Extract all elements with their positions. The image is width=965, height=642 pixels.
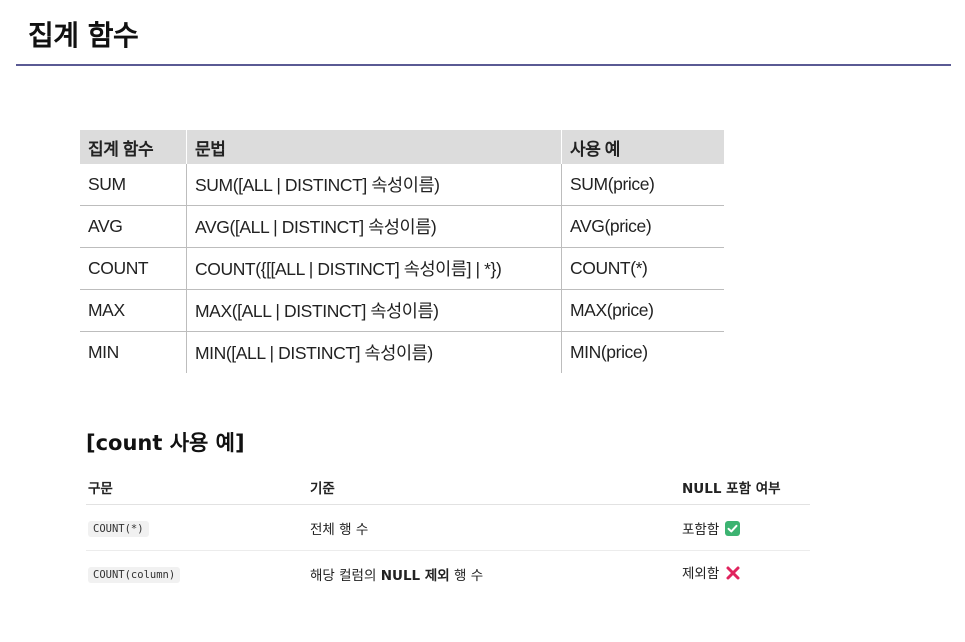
aggregate-functions-table: 집계 함수 문법 사용 예 SUM SUM([ALL | DISTINCT] 속… [80, 130, 724, 373]
function-example: MIN(price) [561, 331, 724, 373]
criteria-cell: 해당 컬럼의 NULL 제외 행 수 [308, 551, 680, 597]
function-syntax: COUNT({[[ALL | DISTINCT] 속성이름] | *}) [186, 247, 562, 290]
table-row: AVG AVG([ALL | DISTINCT] 속성이름) AVG(price… [80, 205, 724, 248]
table-row: SUM SUM([ALL | DISTINCT] 속성이름) SUM(price… [80, 164, 724, 206]
null-cell: 제외함 [680, 551, 810, 597]
null-label: 제외함 [682, 566, 720, 582]
count-example-table: 구문 기준 NULL 포함 여부 COUNT(*) 전체 행 수 포함함 COU… [86, 470, 810, 596]
criteria-cell: 전체 행 수 [308, 504, 680, 551]
criteria-emphasis: NULL 제외 [380, 567, 450, 584]
table-row: MIN MIN([ALL | DISTINCT] 속성이름) MIN(price… [80, 331, 724, 373]
table-row: MAX MAX([ALL | DISTINCT] 속성이름) MAX(price… [80, 289, 724, 332]
header-criteria: 기준 [308, 470, 680, 505]
criteria-text: 행 수 [449, 567, 484, 584]
function-name: COUNT [80, 247, 187, 290]
section-title: [count 사용 예] [86, 431, 245, 455]
function-name: MAX [80, 289, 187, 332]
table-row: COUNT(*) 전체 행 수 포함함 [86, 504, 810, 551]
function-name: MIN [88, 342, 119, 362]
null-cell: 포함함 [680, 504, 810, 551]
function-example: MAX(price) [561, 289, 724, 332]
header-null-included: NULL 포함 여부 [680, 470, 810, 505]
table-row: COUNT COUNT({[[ALL | DISTINCT] 속성이름] | *… [80, 247, 724, 290]
function-syntax: SUM([ALL | DISTINCT] 속성이름) [186, 164, 562, 206]
header-syntax: 구문 [86, 470, 308, 505]
header-syntax: 문법 [186, 130, 562, 164]
function-example: COUNT(*) [561, 247, 724, 290]
syntax-cell: COUNT(*) [86, 504, 308, 551]
code-snippet: COUNT(*) [88, 520, 149, 537]
function-name: AVG [80, 205, 187, 248]
table-row: COUNT(column) 해당 컬럼의 NULL 제외 행 수 제외함 [86, 551, 810, 597]
function-syntax: MIN([ALL | DISTINCT] 속성이름) [186, 331, 562, 373]
function-syntax: MAX([ALL | DISTINCT] 속성이름) [186, 289, 562, 332]
cross-icon [725, 565, 741, 585]
header-function: 집계 함수 [80, 130, 187, 164]
check-icon [725, 520, 741, 536]
header-example: 사용 예 [561, 130, 724, 164]
criteria-text: 전체 행 수 [310, 521, 369, 538]
function-example: SUM(price) [561, 164, 724, 206]
function-example: AVG(price) [561, 205, 724, 248]
function-syntax: AVG([ALL | DISTINCT] 속성이름) [186, 205, 562, 248]
null-label: 포함함 [682, 521, 720, 538]
code-snippet: COUNT(column) [88, 566, 181, 583]
title-divider [16, 64, 951, 66]
syntax-cell: COUNT(column) [86, 551, 308, 597]
table-header-row: 집계 함수 문법 사용 예 [80, 130, 724, 164]
criteria-text: 해당 컬럼의 [310, 567, 381, 584]
function-name: SUM [80, 164, 187, 206]
page-title: 집계 함수 [28, 19, 139, 52]
table-header-row: 구문 기준 NULL 포함 여부 [86, 470, 810, 505]
